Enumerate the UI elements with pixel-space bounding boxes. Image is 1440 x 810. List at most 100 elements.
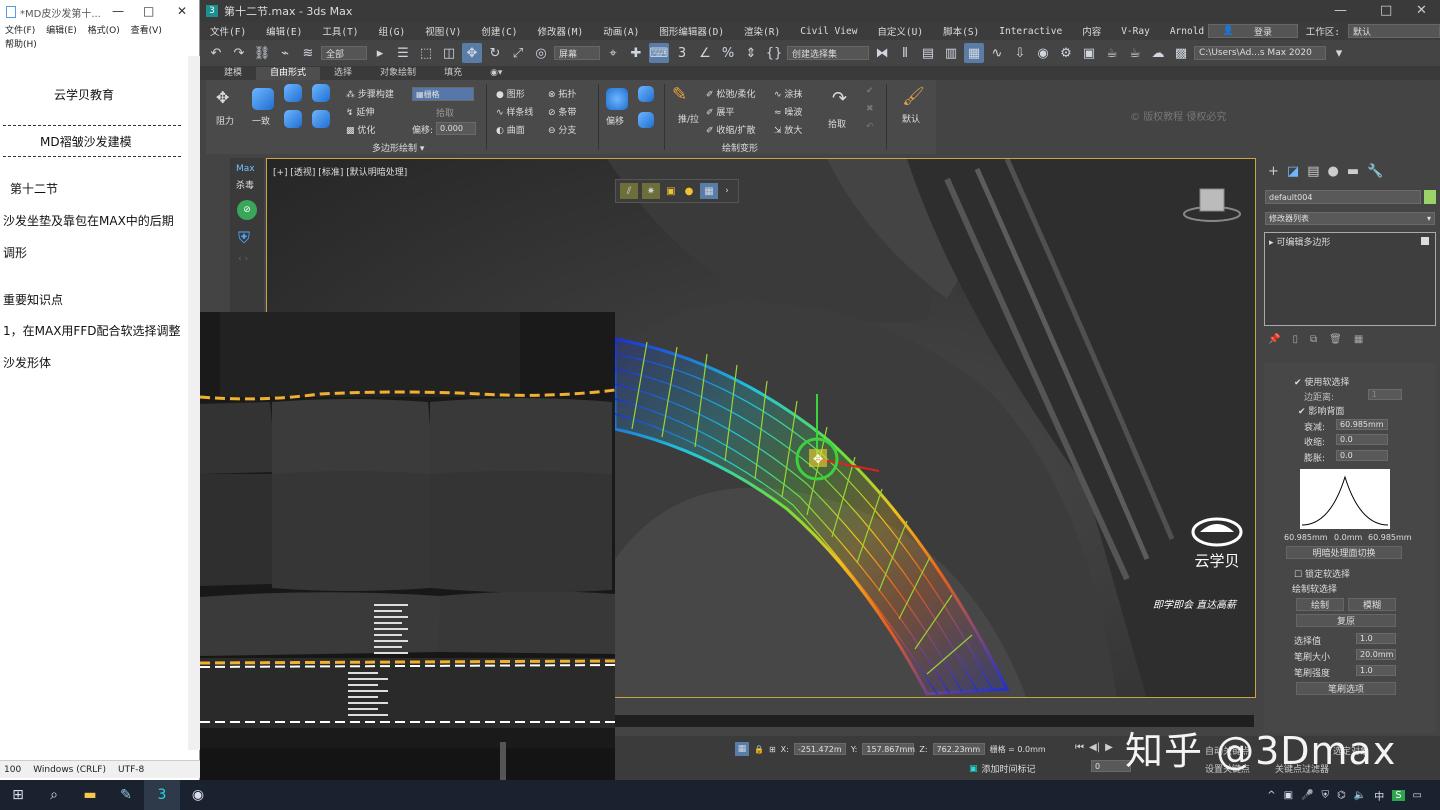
- search-icon[interactable]: ⌕: [36, 780, 72, 810]
- toggle-ribbon-icon[interactable]: ▦: [964, 43, 984, 63]
- y-coordinate-input[interactable]: 157.867mm: [862, 743, 915, 755]
- blur-button[interactable]: 模糊: [1348, 598, 1396, 611]
- lock-icon[interactable]: ▣: [664, 183, 678, 199]
- maximize-icon[interactable]: □: [143, 4, 154, 18]
- angle-snap-icon[interactable]: ∠: [695, 43, 715, 63]
- rotate-icon[interactable]: ↻: [485, 43, 505, 63]
- show-end-result-icon[interactable]: ▯: [1292, 334, 1298, 345]
- spinner-snap-icon[interactable]: ⇕: [741, 43, 761, 63]
- minimize-icon[interactable]: —: [1334, 3, 1347, 18]
- remove-modifier-icon[interactable]: 🗑: [1329, 334, 1342, 345]
- ribbon-cancel-icon[interactable]: ✖: [866, 104, 874, 114]
- edit-named-selection-icon[interactable]: {}: [764, 43, 784, 63]
- screen-recorder-icon[interactable]: ◉: [180, 780, 216, 810]
- network-icon[interactable]: ⌬: [1337, 790, 1346, 801]
- smudge-button[interactable]: ∿ 涂抹: [774, 87, 802, 100]
- lock-soft-selection-checkbox[interactable]: ☐ 锁定软选择: [1294, 567, 1350, 580]
- menu-help[interactable]: 帮助(H): [5, 40, 37, 50]
- ime-app-icon[interactable]: S: [1392, 789, 1405, 801]
- menu-content[interactable]: 内容: [1072, 24, 1111, 38]
- affect-backfacing-checkbox[interactable]: ✔ 影响背面: [1298, 404, 1344, 417]
- flatten-button[interactable]: ✐ 展平: [706, 105, 734, 118]
- percent-snap-icon[interactable]: %: [718, 43, 738, 63]
- x-coordinate-input[interactable]: -251.472m: [793, 743, 846, 755]
- pinch-input[interactable]: 0.0: [1336, 434, 1388, 445]
- go-start-icon[interactable]: ⏮: [1075, 742, 1084, 753]
- pick2-label[interactable]: 拾取: [828, 117, 846, 130]
- edge-distance-input[interactable]: 1: [1368, 389, 1402, 400]
- z-coordinate-input[interactable]: 762.23mm: [932, 743, 985, 755]
- selection-filter-dropdown[interactable]: 全部: [321, 46, 367, 60]
- menu-file[interactable]: 文件(F): [5, 26, 35, 36]
- brush-relax-icon[interactable]: [312, 110, 330, 128]
- workspace-dropdown[interactable]: 默认: [1348, 24, 1440, 38]
- menu-vray[interactable]: V-Ray: [1111, 26, 1160, 37]
- maximize-icon[interactable]: □: [1380, 3, 1392, 18]
- select-by-name-icon[interactable]: ☰: [393, 43, 413, 63]
- menu-arnold[interactable]: Arnold: [1160, 26, 1214, 37]
- push-pull-icon[interactable]: ✎: [672, 84, 687, 105]
- ribbon-options-icon[interactable]: ◉▾: [476, 67, 516, 80]
- tray-app-icon[interactable]: ▣: [1284, 790, 1293, 801]
- align-icon[interactable]: ⫴: [895, 43, 915, 63]
- strip-nav-icon[interactable]: ‹ ›: [238, 254, 248, 264]
- windows-start-icon[interactable]: ⊞: [0, 780, 36, 810]
- pin-stack-icon[interactable]: 📌: [1268, 334, 1280, 345]
- menu-interactive[interactable]: Interactive: [989, 26, 1072, 37]
- brush-add-icon[interactable]: [284, 84, 302, 102]
- menu-tools[interactable]: 工具(T): [312, 24, 368, 38]
- brush-move-icon[interactable]: [312, 84, 330, 102]
- render-cloud-icon[interactable]: ☁: [1148, 43, 1168, 63]
- menu-views[interactable]: 视图(V): [415, 24, 471, 38]
- prev-frame-icon[interactable]: ◀|: [1089, 742, 1100, 753]
- shift-scale-icon[interactable]: [638, 112, 654, 128]
- close-icon[interactable]: ✕: [1416, 3, 1427, 18]
- mini-grid-icon[interactable]: ▦: [700, 183, 718, 199]
- reference-coord-dropdown[interactable]: 屏幕: [554, 46, 600, 60]
- minimize-icon[interactable]: —: [112, 4, 124, 18]
- conform-label[interactable]: 一致: [252, 114, 270, 127]
- pivot-icon[interactable]: ⌖: [603, 43, 623, 63]
- noise-button[interactable]: ≈ 噪波: [774, 105, 802, 118]
- lock-icon[interactable]: 🔒: [754, 745, 764, 754]
- login-dropdown[interactable]: 👤 登录: [1207, 24, 1298, 38]
- notepad-app-icon[interactable]: ✎: [108, 780, 144, 810]
- brush-options-button[interactable]: 笔刷选项: [1296, 682, 1396, 695]
- modify-tab-icon[interactable]: ◪: [1287, 164, 1299, 182]
- relax-button[interactable]: ✐ 松弛/柔化: [706, 87, 755, 100]
- menu-group[interactable]: 组(G): [369, 24, 416, 38]
- display-tab-icon[interactable]: ▬: [1347, 164, 1359, 182]
- make-unique-icon[interactable]: ⧉: [1310, 334, 1317, 345]
- undo-icon[interactable]: ↶: [206, 43, 226, 63]
- move-icon[interactable]: ✥: [462, 43, 482, 63]
- notification-icon[interactable]: ▭: [1413, 790, 1422, 801]
- render-production-icon[interactable]: ☕: [1102, 43, 1122, 63]
- stack-toggle-icon[interactable]: [1421, 237, 1429, 245]
- place-icon[interactable]: ◎: [531, 43, 551, 63]
- shield-check-icon[interactable]: ⊘: [237, 200, 257, 220]
- menu-format[interactable]: 格式(O): [88, 26, 120, 36]
- close-icon[interactable]: ✕: [177, 4, 187, 18]
- menu-scripting[interactable]: 脚本(S): [933, 24, 989, 38]
- unlink-icon[interactable]: ⌁: [275, 43, 295, 63]
- menu-file[interactable]: 文件(F): [200, 24, 256, 38]
- offset-input[interactable]: 0.000: [436, 122, 476, 135]
- pick-brush-icon[interactable]: ↷: [832, 88, 847, 109]
- panel-label-polydraw[interactable]: 多边形绘制 ▾: [372, 141, 424, 154]
- brush-strength-input[interactable]: 1.0: [1356, 665, 1396, 676]
- microphone-icon[interactable]: 🎤: [1301, 790, 1313, 801]
- rect-selection-icon[interactable]: ⬚: [416, 43, 436, 63]
- render-frame-icon[interactable]: ▩: [1171, 43, 1191, 63]
- use-soft-selection-checkbox[interactable]: ✔ 使用软选择: [1294, 375, 1349, 388]
- ime-indicator[interactable]: 中: [1374, 788, 1384, 803]
- menu-customize[interactable]: 自定义(U): [867, 24, 933, 38]
- tab-freeform[interactable]: 自由形式: [256, 67, 321, 80]
- mirror-icon[interactable]: ⧓: [872, 43, 892, 63]
- revert-button[interactable]: 复原: [1296, 614, 1396, 627]
- branch-button[interactable]: ⊖ 分支: [548, 123, 576, 136]
- brush-scale-icon[interactable]: [284, 110, 302, 128]
- menu-edit[interactable]: 编辑(E): [46, 26, 77, 36]
- select-object-icon[interactable]: ▸: [370, 43, 390, 63]
- object-color-swatch[interactable]: [1424, 190, 1436, 204]
- conform-icon[interactable]: [252, 88, 274, 110]
